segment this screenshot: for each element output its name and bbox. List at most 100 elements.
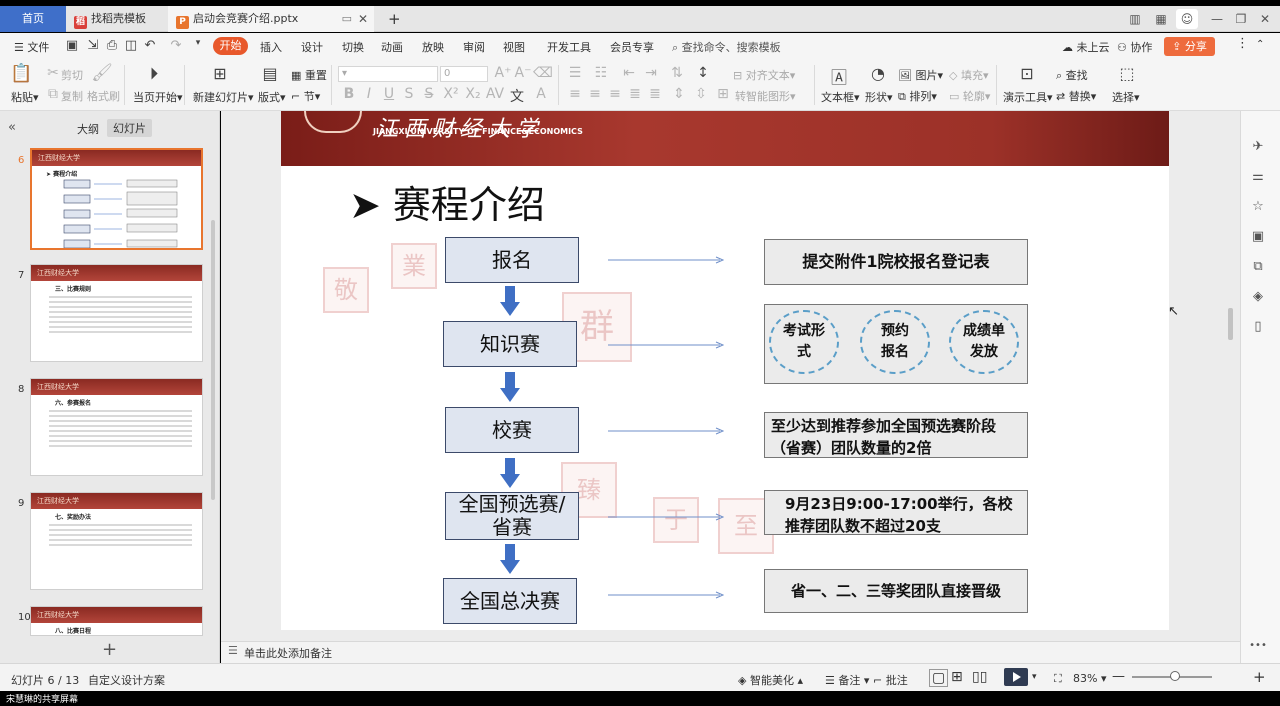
panel-scrollbar[interactable] [211,220,215,500]
from-current-button[interactable]: 当页开始▾ [133,89,183,105]
tab-outline[interactable]: 大纲 [77,121,99,137]
sorter-view-icon[interactable]: ⊞ [951,669,963,685]
replace-button[interactable]: ⇄ 替换▾ [1056,88,1096,104]
phonetic-icon[interactable]: 文 [506,86,528,106]
tab-home[interactable]: 首页 [0,6,66,32]
picture-button[interactable]: 🖼 图片▾ [898,67,943,83]
command-search[interactable]: ⌕ 查找命令、搜索模板 [672,39,781,55]
tab-document[interactable]: P 启动会竞赛介绍.pptx ▭ ✕ [168,6,374,32]
reset-button[interactable]: ▦ 重置 [291,67,327,83]
smart-shape-button[interactable]: 转智能图形▾ [735,88,796,104]
collab-button[interactable]: ⚇ 协作 [1117,39,1152,55]
font-family-select[interactable]: ▾ [338,66,438,82]
save-icon[interactable]: ▣ [64,38,80,53]
char-spacing-icon[interactable]: AV [484,86,506,102]
tab-transition[interactable]: 切换 [342,39,364,55]
font-shrink-icon[interactable]: A⁻ [512,65,534,81]
fill-button[interactable]: ◇ 填充▾ [949,67,989,83]
share-button[interactable]: ⇪ 分享 [1164,37,1215,56]
slide-thumbnail-8[interactable]: 江西财经大学 六、参赛报名 [30,378,203,476]
format-painter-icon[interactable]: 🖌 [91,63,113,83]
align-center-icon[interactable]: ≡ [584,86,606,102]
present-tools-icon[interactable]: ⊡ [1016,64,1038,83]
bullet-list-icon[interactable]: ☰ [564,65,586,81]
comments-button[interactable]: ⌐ 批注 [873,672,908,688]
normal-view-icon[interactable]: ▢ [929,669,949,687]
notes-placeholder[interactable]: 单击此处添加备注 [244,645,332,661]
clear-format-icon[interactable]: ⌫ [532,65,554,81]
subscript-icon[interactable]: X₂ [462,86,484,102]
align-left-icon[interactable]: ≡ [564,86,586,102]
zoom-in-button[interactable]: + [1253,668,1266,686]
tab-template[interactable]: 稻找稻壳模板 [66,6,166,32]
pin-icon[interactable]: ✈ [1249,139,1267,154]
collapse-panel-icon[interactable]: « [8,120,16,135]
columns-icon[interactable]: ⇳ [690,86,712,102]
image-icon[interactable]: ▣ [1249,229,1267,244]
slide-thumbnail-9[interactable]: 江西财经大学 七、奖励办法 [30,492,203,590]
tab-slideshow[interactable]: 放映 [422,39,444,55]
add-slide-button[interactable]: + [102,639,117,660]
align-text-button[interactable]: ⊟ 对齐文本▾ [733,67,795,83]
copy-icon[interactable]: ⧉ [1249,259,1267,274]
indent-increase-icon[interactable]: ⇥ [640,65,662,81]
arrange-button[interactable]: ⧉ 排列▾ [898,88,937,104]
window-icon[interactable]: ▭ [342,6,352,32]
underline-icon[interactable]: U [378,86,400,102]
slide[interactable]: 江西财经大学 JIANGXI UNIVERSITY OF FINANCE&ECO… [281,111,1169,630]
cloud-status[interactable]: ☁ 未上云 [1062,39,1110,55]
tab-view[interactable]: 视图 [503,39,525,55]
tab-review[interactable]: 审阅 [463,39,485,55]
new-tab-button[interactable]: + [380,6,404,32]
file-menu[interactable]: ☰ 文件 [14,39,49,55]
slide-thumbnail-10[interactable]: 江西财经大学 八、比赛日程 [30,606,203,636]
paste-icon[interactable]: 📋 [10,63,32,84]
present-tools-button[interactable]: 演示工具▾ [1003,89,1053,105]
textbox-icon[interactable]: 🄰 [828,64,850,88]
preview-icon[interactable]: ◫ [123,38,139,53]
numbered-list-icon[interactable]: ☷ [590,65,612,81]
bold-icon[interactable]: B [338,86,360,102]
strikethrough-icon[interactable]: S̶ [418,86,440,102]
text-direction-icon[interactable]: ⇅ [666,65,688,81]
notes-bar[interactable] [221,641,1240,663]
print-icon[interactable]: ⎙ [104,38,120,53]
align-right-icon[interactable]: ≡ [604,86,626,102]
more-icon[interactable]: ••• [1249,640,1267,651]
export-icon[interactable]: ⇲ [85,38,101,53]
distribute-icon[interactable]: ≣ [644,86,666,102]
collapse-icon[interactable]: ⌃ [1256,39,1264,50]
superscript-icon[interactable]: X² [440,86,462,102]
font-grow-icon[interactable]: A⁺ [492,65,514,81]
play-circle-icon[interactable]: ⏵ [143,64,165,84]
design-scheme[interactable]: 自定义设计方案 [88,672,165,688]
tab-animation[interactable]: 动画 [381,39,403,55]
shadow-icon[interactable]: S [398,86,420,102]
canvas-scrollbar[interactable] [1228,308,1233,340]
find-button[interactable]: ⌕ 查找 [1056,67,1088,83]
close-tab-icon[interactable]: ✕ [358,6,368,32]
minimize-icon[interactable]: — [1206,6,1228,32]
smart-beautify-button[interactable]: ◈ 智能美化 ▴ [738,672,803,688]
tab-insert[interactable]: 插入 [260,39,282,55]
settings-sliders-icon[interactable]: ⚌ [1249,169,1267,184]
zoom-level[interactable]: 83% ▾ [1073,672,1106,685]
reading-view-icon[interactable]: ▯▯ [972,669,987,685]
chevron-down-icon[interactable]: ▾ [1032,672,1037,682]
redo-icon[interactable]: ↷ [168,38,184,53]
cut-button[interactable]: 剪切 [61,67,83,83]
avatar[interactable]: ☺ [1176,9,1198,29]
layout-icon[interactable]: ▥ [1124,6,1146,32]
more-icon[interactable]: ⋮ [1236,36,1249,51]
shape-button[interactable]: 形状▾ [865,89,893,105]
location-icon[interactable]: ◈ [1249,289,1267,304]
select-icon[interactable]: ⬚ [1116,64,1138,83]
outline-button[interactable]: ▭ 轮廓▾ [949,88,990,104]
layout-icon[interactable]: ▤ [259,64,281,83]
restore-icon[interactable]: ❐ [1230,6,1252,32]
textbox-button[interactable]: 文本框▾ [821,89,860,105]
format-painter-button[interactable]: 格式刷 [87,88,120,104]
font-size-select[interactable]: 0 [440,66,488,82]
slideshow-play-button[interactable] [1004,668,1028,686]
notes-button[interactable]: ☰ 备注 ▾ [825,672,869,688]
